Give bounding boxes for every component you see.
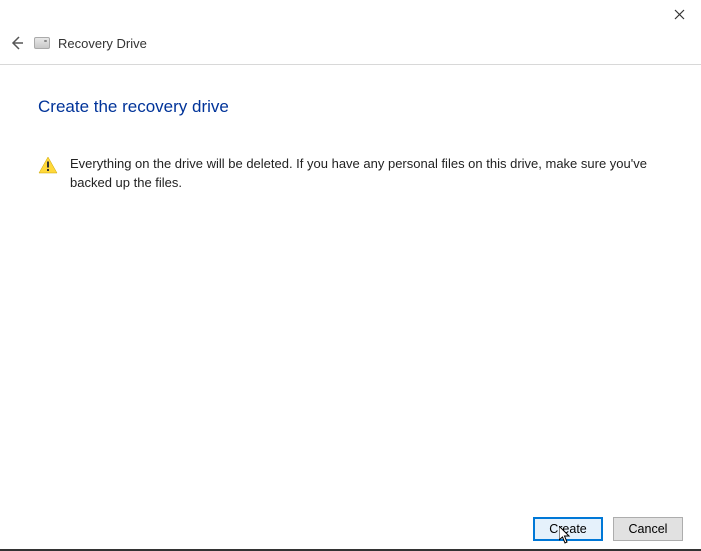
create-button[interactable]: Create: [533, 517, 603, 541]
drive-icon: [34, 37, 50, 49]
footer: Create Cancel: [533, 517, 683, 541]
warning-row: Everything on the drive will be deleted.…: [38, 155, 663, 193]
page-heading: Create the recovery drive: [38, 97, 663, 117]
close-icon: [674, 9, 685, 20]
window-title: Recovery Drive: [58, 36, 147, 51]
warning-icon: [38, 156, 58, 179]
titlebar: [0, 0, 701, 28]
back-arrow-icon: [9, 35, 25, 51]
cancel-button[interactable]: Cancel: [613, 517, 683, 541]
close-button[interactable]: [669, 4, 689, 24]
back-button[interactable]: [6, 32, 28, 54]
content-area: Create the recovery drive Everything on …: [0, 65, 701, 193]
header-bar: Recovery Drive: [0, 28, 701, 65]
warning-text: Everything on the drive will be deleted.…: [70, 155, 663, 193]
